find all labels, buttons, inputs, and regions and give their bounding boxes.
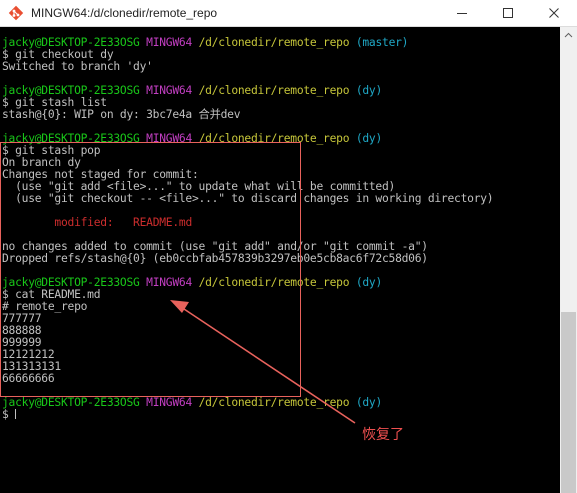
terminal-text: (dy) (355, 396, 383, 409)
terminal-text: Switched to branch 'dy' (2, 60, 153, 73)
maximize-button[interactable] (485, 0, 531, 26)
terminal-text: MINGW64 (146, 396, 192, 409)
chevron-up-icon (564, 32, 573, 38)
terminal-text: MINGW64 (146, 36, 192, 49)
terminal-text: (dy) (355, 276, 383, 289)
vertical-scrollbar[interactable] (560, 27, 577, 493)
scrollbar-thumb[interactable] (561, 312, 576, 493)
terminal-line: stash@{0}: WIP on dy: 3bc7e4a 合并dev (2, 108, 241, 121)
terminal-line: jacky@DESKTOP-2E33OSG MINGW64 /d/clonedi… (2, 397, 382, 409)
terminal-line: modified: README.md (2, 217, 192, 229)
terminal-text: (dy) (355, 132, 383, 145)
terminal-line: (use "git checkout -- <file>..." to disc… (2, 192, 494, 205)
maximize-icon (503, 8, 513, 18)
terminal-line: Dropped refs/stash@{0} (eb0ccbfab457839b… (2, 253, 428, 265)
terminal-text: MINGW64 (146, 276, 192, 289)
terminal-text: $ (2, 408, 16, 421)
title-bar[interactable]: MINGW64:/d/clonedir/remote_repo (0, 0, 577, 27)
terminal-text: MINGW64 (146, 84, 192, 97)
text-cursor (15, 409, 17, 419)
terminal-text: (dy) (355, 84, 383, 97)
terminal-text: /d/clonedir/remote_repo (198, 132, 350, 145)
terminal-line: $ (2, 408, 17, 421)
terminal-text: /d/clonedir/remote_repo (198, 36, 350, 49)
terminal-text: MINGW64 (146, 132, 192, 145)
terminal-text: (master) (355, 36, 409, 49)
terminal-line: 66666666 (2, 372, 55, 385)
terminal-text: 66666666 (2, 372, 55, 385)
close-icon (549, 8, 559, 18)
terminal-text: /d/clonedir/remote_repo (198, 276, 350, 289)
scroll-up-button[interactable] (560, 27, 577, 44)
git-bash-icon (8, 5, 24, 21)
terminal-text: modified: README.md (54, 216, 192, 229)
terminal-text: /d/clonedir/remote_repo (198, 396, 350, 409)
minimize-icon (457, 13, 467, 14)
terminal-text: Dropped refs/stash@{0} (eb0ccbfab457839b… (2, 252, 428, 265)
terminal-line: Switched to branch 'dy' (2, 61, 153, 73)
terminal-text: jacky@DESKTOP-2E33OSG (2, 396, 140, 409)
terminal-output[interactable]: jacky@DESKTOP-2E33OSG MINGW64 /d/clonedi… (0, 27, 560, 493)
terminal-text: (use "git checkout -- <file>..." to disc… (2, 192, 494, 205)
close-button[interactable] (531, 0, 577, 26)
terminal-text: stash@{0}: WIP on dy: 3bc7e4a 合并dev (2, 108, 241, 121)
terminal-text: /d/clonedir/remote_repo (198, 84, 350, 97)
window-title: MINGW64:/d/clonedir/remote_repo (31, 6, 218, 20)
minimize-button[interactable] (439, 0, 485, 26)
annotation-label: 恢复了 (362, 427, 404, 443)
